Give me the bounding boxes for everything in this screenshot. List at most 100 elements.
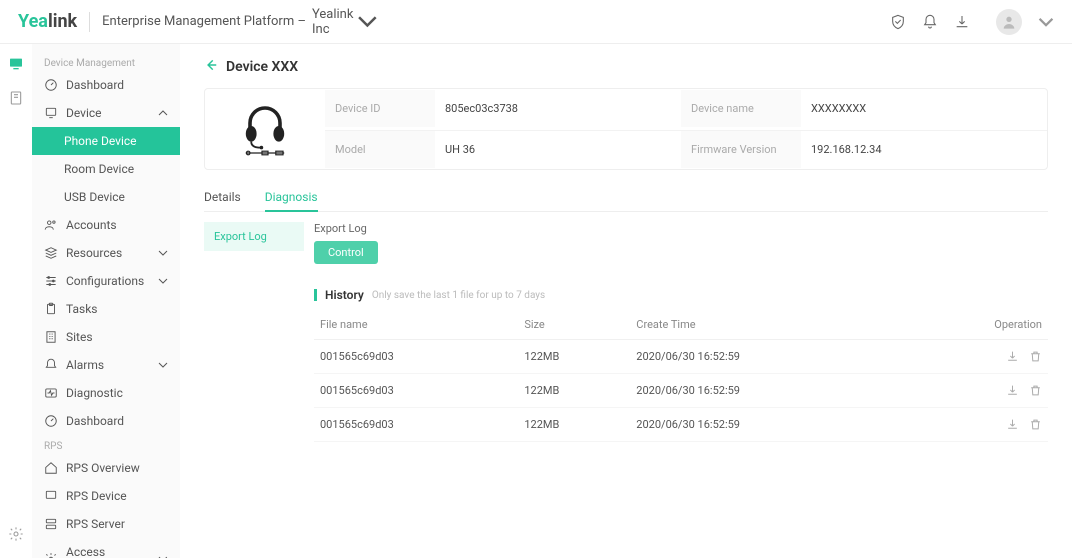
sidebar: Device Management Dashboard Device Phone… [32, 44, 180, 558]
sidebar-item-device[interactable]: Device [32, 99, 180, 127]
history-accent-bar [314, 289, 317, 301]
table-row: 001565c69d03122MB2020/06/30 16:52:59 [314, 340, 1048, 374]
model-value: UH 36 [435, 130, 681, 168]
cell-operation [906, 374, 1048, 408]
sidebar-item-label: Diagnostic [66, 386, 123, 400]
cell-file-name: 001565c69d03 [314, 340, 518, 374]
diag-menu-export-log[interactable]: Export Log [204, 222, 304, 251]
firmware-label: Firmware Version [681, 130, 801, 168]
bell-icon[interactable] [922, 14, 938, 30]
cell-size: 122MB [518, 340, 630, 374]
home-icon [44, 461, 58, 475]
sidebar-item-accounts[interactable]: Accounts [32, 211, 180, 239]
back-button[interactable] [204, 58, 218, 76]
gear-icon[interactable] [8, 526, 24, 542]
sidebar-item-access-settings[interactable]: Access Settings [32, 538, 180, 558]
device-icon [44, 106, 58, 120]
diagnosis-body: Export Log Export Log Control History On… [204, 222, 1048, 442]
sidebar-item-label: Dashboard [66, 78, 124, 92]
control-button[interactable]: Control [314, 241, 378, 264]
chevron-down-icon [158, 248, 168, 258]
device-name-value: XXXXXXXX [801, 90, 1047, 127]
download-icon[interactable] [1006, 384, 1019, 397]
chevron-down-icon [158, 360, 168, 370]
chevron-up-icon [158, 108, 168, 118]
sidebar-item-label: RPS Overview [66, 461, 140, 475]
device-name-label: Device name [681, 90, 801, 127]
sidebar-item-label: Sites [66, 330, 93, 344]
sidebar-item-rps-server[interactable]: RPS Server [32, 510, 180, 538]
device-icon [44, 489, 58, 503]
sidebar-item-label: Tasks [66, 302, 98, 316]
page-title-row: Device XXX [204, 58, 1048, 76]
sidebar-item-label: Dashboard [66, 414, 124, 428]
download-icon[interactable] [1006, 418, 1019, 431]
sidebar-item-dashboard[interactable]: Dashboard [32, 71, 180, 99]
trash-icon[interactable] [1029, 384, 1042, 397]
brand-logo: Yealink [18, 11, 77, 32]
cell-size: 122MB [518, 408, 630, 442]
cell-create-time: 2020/06/30 16:52:59 [630, 340, 906, 374]
cell-create-time: 2020/06/30 16:52:59 [630, 408, 906, 442]
clipboard-icon [44, 302, 58, 316]
sidebar-item-usb-device[interactable]: USB Device [32, 183, 180, 211]
sidebar-item-label: Configurations [66, 274, 144, 288]
sidebar-item-resources[interactable]: Resources [32, 239, 180, 267]
topbar-actions [890, 9, 1054, 35]
gear-icon [44, 552, 58, 558]
device-info-grid: Device ID 805ec03c3738 Device name XXXXX… [325, 89, 1047, 169]
download-icon[interactable] [954, 14, 970, 30]
trash-icon[interactable] [1029, 418, 1042, 431]
cell-file-name: 001565c69d03 [314, 374, 518, 408]
shield-icon[interactable] [890, 14, 906, 30]
col-file-name: File name [314, 310, 518, 340]
sidebar-item-diagnostic[interactable]: Diagnostic [32, 379, 180, 407]
building-icon [44, 330, 58, 344]
platform-label: Enterprise Management Platform – [102, 14, 306, 29]
diagnosis-side-menu: Export Log [204, 222, 304, 442]
table-header-row: File name Size Create Time Operation [314, 310, 1048, 340]
history-title: History [325, 288, 364, 302]
page-title: Device XXX [226, 59, 298, 75]
user-icon [1001, 14, 1017, 30]
history-table: File name Size Create Time Operation 001… [314, 310, 1048, 442]
download-icon[interactable] [1006, 350, 1019, 363]
sidebar-item-tasks[interactable]: Tasks [32, 295, 180, 323]
tab-diagnosis[interactable]: Diagnosis [265, 184, 318, 212]
col-create-time: Create Time [630, 310, 906, 340]
stack-icon [44, 246, 58, 260]
topbar: Yealink Enterprise Management Platform –… [0, 0, 1072, 44]
cell-file-name: 001565c69d03 [314, 408, 518, 442]
org-selector[interactable]: Yealink Inc [312, 7, 378, 37]
firmware-value: 192.168.12.34 [801, 130, 1047, 168]
history-header: History Only save the last 1 file for up… [314, 288, 1048, 302]
caret-down-icon[interactable] [1038, 14, 1054, 30]
avatar[interactable] [996, 9, 1022, 35]
sidebar-item-sites[interactable]: Sites [32, 323, 180, 351]
sidebar-item-rps-overview[interactable]: RPS Overview [32, 454, 180, 482]
col-size: Size [518, 310, 630, 340]
rail-device-icon[interactable] [8, 90, 24, 106]
org-name: Yealink Inc [312, 7, 353, 37]
sidebar-item-label: Access Settings [66, 545, 150, 558]
tab-details[interactable]: Details [204, 184, 241, 211]
gauge-icon [44, 78, 58, 92]
model-label: Model [325, 130, 435, 168]
sidebar-section-rps: RPS [32, 435, 180, 454]
trash-icon[interactable] [1029, 350, 1042, 363]
sidebar-item-dashboard-2[interactable]: Dashboard [32, 407, 180, 435]
sidebar-item-configurations[interactable]: Configurations [32, 267, 180, 295]
rail-monitor-icon[interactable] [8, 56, 24, 72]
sidebar-item-room-device[interactable]: Room Device [32, 155, 180, 183]
arrow-left-icon [204, 58, 218, 72]
table-row: 001565c69d03122MB2020/06/30 16:52:59 [314, 408, 1048, 442]
sidebar-item-rps-device[interactable]: RPS Device [32, 482, 180, 510]
sidebar-item-label: RPS Device [66, 489, 127, 503]
sidebar-item-phone-device[interactable]: Phone Device [32, 127, 180, 155]
sidebar-item-alarms[interactable]: Alarms [32, 351, 180, 379]
cell-operation [906, 340, 1048, 374]
device-info-card: Device ID 805ec03c3738 Device name XXXXX… [204, 88, 1048, 170]
device-image [205, 89, 325, 169]
sidebar-item-label: RPS Server [66, 517, 125, 531]
cell-operation [906, 408, 1048, 442]
